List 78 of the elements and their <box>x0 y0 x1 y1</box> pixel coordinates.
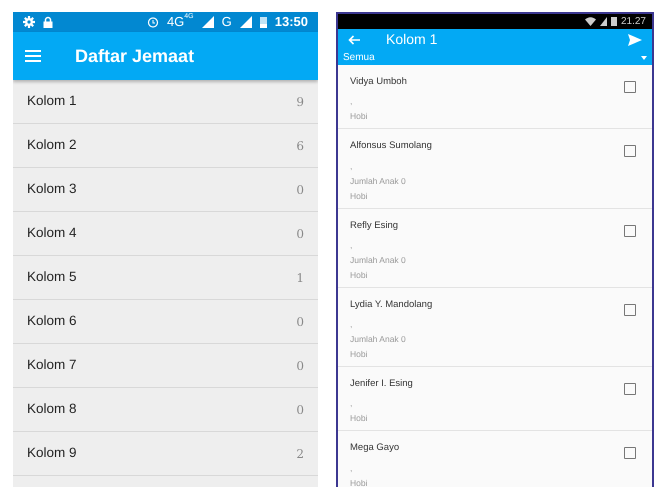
member-detail: Hobi <box>350 412 368 426</box>
wifi-icon <box>584 17 596 26</box>
checkbox[interactable] <box>624 383 636 395</box>
send-icon[interactable] <box>628 34 642 46</box>
list-item[interactable]: Kolom 3 0 <box>13 168 318 212</box>
alarm-icon <box>146 16 159 28</box>
item-count: 9 <box>296 94 304 110</box>
member-detail: Hobi <box>350 268 368 282</box>
list-item[interactable]: Kolom 6 0 <box>13 300 318 344</box>
menu-icon[interactable] <box>25 50 41 62</box>
member-detail: Hobi <box>350 190 368 202</box>
status-time: 13:50 <box>274 13 308 32</box>
item-label: Kolom 6 <box>27 312 77 330</box>
member-detail: , <box>350 318 354 331</box>
lock-icon <box>43 16 53 28</box>
item-label: Kolom 1 <box>27 92 77 110</box>
item-count: 0 <box>296 402 304 418</box>
item-label: Kolom 4 <box>27 224 77 242</box>
member-detail: Hobi <box>350 110 368 124</box>
item-label: Kolom 7 <box>27 356 77 374</box>
member-name: Alfonsus Sumolang <box>350 139 432 154</box>
member-detail: , <box>350 397 354 410</box>
gear-icon <box>23 16 35 28</box>
checkbox[interactable] <box>624 145 636 158</box>
member-detail: Hobi <box>350 476 368 487</box>
member-detail: Jumlah Anak 0 <box>350 254 406 267</box>
list-item[interactable]: Kolom 8 0 <box>13 388 318 432</box>
battery-icon <box>260 16 267 28</box>
member-item[interactable]: Vidya Umboh , Hobi <box>338 65 652 130</box>
member-detail: , <box>350 95 354 108</box>
app-title: Daftar Jemaat <box>75 44 194 68</box>
checkbox[interactable] <box>624 224 636 236</box>
item-count: 0 <box>296 182 304 198</box>
item-count: 0 <box>296 314 304 330</box>
list-item[interactable]: Kolom 9 2 <box>13 432 318 476</box>
item-label: Kolom 3 <box>27 180 77 198</box>
member-item[interactable]: Lydia Y. Mandolang , Jumlah Anak 0 Hobi <box>338 288 652 367</box>
item-count: 1 <box>296 270 304 286</box>
signal-icon <box>202 16 214 28</box>
checkbox[interactable] <box>624 81 636 93</box>
item-label: Kolom 9 <box>27 444 77 462</box>
item-count: 6 <box>296 138 304 154</box>
network-type-label: G <box>222 13 232 32</box>
member-detail: , <box>350 462 354 474</box>
member-name: Lydia Y. Mandolang <box>350 298 432 312</box>
checkbox[interactable] <box>624 304 636 316</box>
app-title: Kolom 1 <box>386 30 438 49</box>
checkbox[interactable] <box>624 447 636 460</box>
battery-icon <box>610 17 617 26</box>
member-name: Jenifer I. Esing <box>350 377 413 391</box>
member-detail: , <box>350 238 354 252</box>
list-item[interactable]: Kolom 7 0 <box>13 344 318 388</box>
list-item[interactable]: Kolom 2 6 <box>13 124 318 168</box>
signal-icon <box>240 16 252 28</box>
status-time: 21.27 <box>620 15 646 29</box>
item-label: Kolom 5 <box>27 268 77 286</box>
list-item[interactable]: Kolom 4 0 <box>13 212 318 256</box>
member-detail: Hobi <box>350 348 368 361</box>
member-detail: , <box>350 160 354 172</box>
caret-icon <box>641 56 647 60</box>
member-item[interactable]: Refly Esing , Jumlah Anak 0 Hobi <box>338 208 652 288</box>
list-item[interactable]: Kolom 1 9 <box>13 80 318 124</box>
member-item[interactable]: Alfonsus Sumolang , Jumlah Anak 0 Hobi <box>338 129 652 208</box>
member-item[interactable]: Mega Gayo , Hobi <box>338 431 652 487</box>
signal-icon <box>600 17 607 26</box>
item-label: Kolom 2 <box>27 136 77 154</box>
member-item[interactable]: Jenifer I. Esing , Hobi <box>338 367 652 432</box>
list-item[interactable]: Kolom 5 1 <box>13 256 318 300</box>
member-name: Refly Esing <box>350 218 400 232</box>
back-arrow-icon[interactable] <box>348 34 360 44</box>
member-name: Vidya Umboh <box>350 75 407 89</box>
item-label: Kolom 8 <box>27 400 77 418</box>
item-count: 0 <box>296 358 304 374</box>
item-count: 0 <box>296 226 304 242</box>
member-name: Mega Gayo <box>350 441 400 456</box>
item-count: 2 <box>296 446 304 462</box>
member-detail: Jumlah Anak 0 <box>350 174 407 188</box>
member-detail: Jumlah Anak 0 <box>350 333 407 346</box>
